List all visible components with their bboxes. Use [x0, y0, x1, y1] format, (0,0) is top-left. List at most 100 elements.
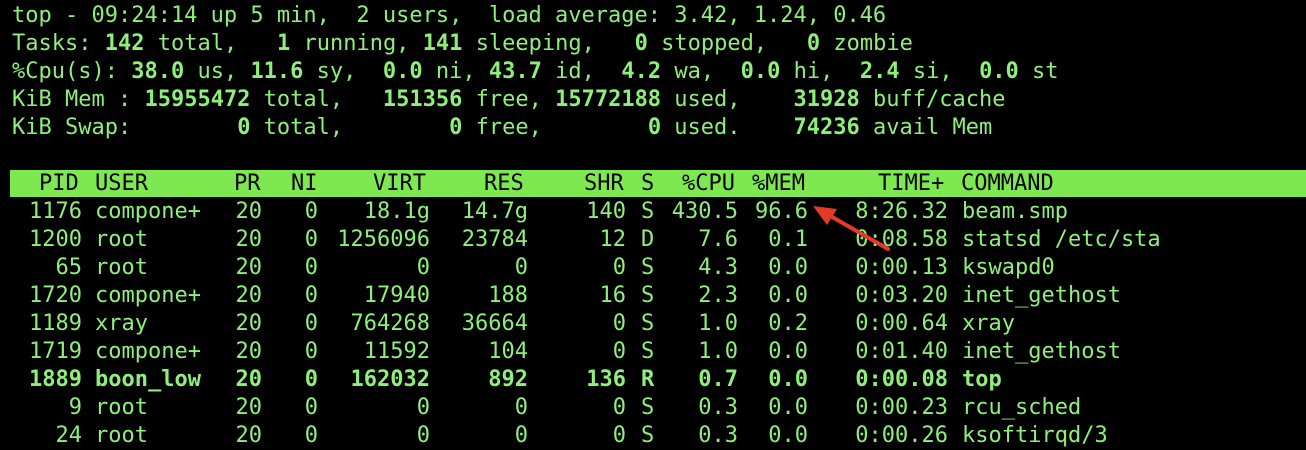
cell-pr: 20 [235, 423, 263, 448]
cell-state: S [641, 283, 655, 308]
cell-user: root [95, 395, 148, 420]
cell-user: xray [95, 311, 148, 336]
col-command: COMMAND [961, 171, 1054, 196]
swap-line: KiB Swap: 0 total, 0 free, 0 used. 74236… [12, 115, 993, 140]
cell-res: 104 [488, 339, 528, 364]
cell-shr: 12 [599, 227, 627, 252]
cell-pid: 65 [55, 255, 83, 280]
uptime-line: top - 09:24:14 up 5 min, 2 users, load a… [12, 3, 887, 28]
cell-ni: 0 [304, 339, 318, 364]
cell-user: compone+ [95, 283, 201, 308]
cell-pid: 24 [55, 423, 83, 448]
cell-time: 0:00.08 [855, 367, 948, 392]
cell-command: inet_gethost [962, 339, 1121, 364]
col-pr: PR [234, 171, 261, 196]
mem-line: KiB Mem : 15955472 total, 151356 free, 1… [12, 87, 1006, 112]
cell-cpu: 1.0 [698, 339, 738, 364]
col-virt: VIRT [373, 171, 426, 196]
cell-pid: 1889 [29, 367, 82, 392]
cell-time: 0:01.40 [855, 339, 948, 364]
cell-mem: 0.0 [768, 395, 808, 420]
cell-cpu: 7.6 [698, 227, 738, 252]
cell-virt: 1256096 [337, 227, 430, 252]
table-row: 24 root 20 0 0 0 0 S 0.3 0.0 0:00.26 ksoftirqd/3 [0, 422, 1306, 450]
table-row: 1720 compone+ 20 0 17940 188 16 S 2.3 0.0 0:03.20 i… [0, 282, 1306, 310]
cell-command: inet_gethost [962, 283, 1121, 308]
cell-user: compone+ [95, 339, 201, 364]
column-header-bar: PID USER PR NI VIRT RES SHR S %CPU %MEM … [10, 170, 1306, 197]
cell-pr: 20 [235, 395, 263, 420]
cell-virt: 0 [416, 423, 430, 448]
cell-command: statsd /etc/sta [962, 227, 1161, 252]
cell-ni: 0 [304, 283, 318, 308]
cell-pr: 20 [235, 339, 263, 364]
cell-pid: 1720 [29, 283, 82, 308]
col-mem: %MEM [752, 171, 805, 196]
table-row: 1176 compone+ 20 0 18.1g 14.7g 140 S 430.5 96.6 8:… [0, 198, 1306, 226]
cell-time: 0:00.23 [855, 395, 948, 420]
cell-shr: 0 [612, 339, 626, 364]
cell-mem: 0.0 [768, 367, 808, 392]
cell-time: 0:03.20 [855, 283, 948, 308]
cell-command: ksoftirqd/3 [962, 423, 1108, 448]
cell-ni: 0 [304, 227, 318, 252]
cell-shr: 0 [612, 255, 626, 280]
cell-virt: 17940 [363, 283, 430, 308]
table-row: 1189 xray 20 0 764268 36664 0 S 1.0 0.2 0:00.64 xra… [0, 310, 1306, 338]
table-row: 1200 root 20 0 1256096 23784 12 D 7.6 0.1 0:08.58 s… [0, 226, 1306, 254]
cell-ni: 0 [304, 199, 318, 224]
col-s: S [641, 171, 655, 196]
cell-virt: 764268 [350, 311, 430, 336]
cell-state: S [641, 395, 655, 420]
cell-mem: 96.6 [755, 199, 808, 224]
cell-pid: 1189 [29, 311, 82, 336]
cell-cpu: 0.3 [698, 423, 738, 448]
cell-user: root [95, 227, 148, 252]
cell-state: D [641, 227, 655, 252]
cell-cpu: 430.5 [671, 199, 738, 224]
cell-shr: 0 [612, 395, 626, 420]
cell-state: S [641, 423, 655, 448]
table-row: 9 root 20 0 0 0 0 S 0.3 0.0 0:00.23 rcu_sched [0, 394, 1306, 422]
cell-res: 188 [488, 283, 528, 308]
col-user: USER [95, 171, 148, 196]
cell-mem: 0.0 [768, 339, 808, 364]
cell-res: 14.7g [461, 199, 528, 224]
cell-state: S [641, 339, 655, 364]
cell-cpu: 0.7 [698, 367, 738, 392]
cell-ni: 0 [304, 395, 318, 420]
cell-shr: 0 [612, 423, 626, 448]
table-row: 65 root 20 0 0 0 0 S 4.3 0.0 0:00.13 kswapd0 [0, 254, 1306, 282]
cell-command: beam.smp [962, 199, 1068, 224]
cell-user: root [95, 423, 148, 448]
cell-cpu: 2.3 [698, 283, 738, 308]
cell-time: 0:00.26 [855, 423, 948, 448]
cell-res: 36664 [461, 311, 528, 336]
cell-time: 0:00.13 [855, 255, 948, 280]
table-row: 1889 boon_low 20 0 162032 892 136 R 0.7 0.0 0:00.0… [0, 366, 1306, 394]
cell-command: xray [962, 311, 1015, 336]
col-ni: NI [291, 171, 318, 196]
cell-time: 0:00.64 [855, 311, 948, 336]
cell-pid: 1719 [29, 339, 82, 364]
cell-ni: 0 [304, 255, 318, 280]
tasks-line: Tasks: 142 total, 1 running, 141 sleepin… [12, 31, 913, 56]
cell-ni: 0 [304, 423, 318, 448]
cell-command: top [962, 367, 1002, 392]
cell-command: rcu_sched [962, 395, 1082, 420]
red-arrow-icon [813, 206, 890, 251]
cell-command: kswapd0 [962, 255, 1055, 280]
cell-mem: 0.0 [768, 283, 808, 308]
cell-ni: 0 [304, 311, 318, 336]
cell-res: 0 [514, 255, 528, 280]
cell-pr: 20 [235, 283, 263, 308]
cpu-line: %Cpu(s): 38.0 us, 11.6 sy, 0.0 ni, 43.7 … [12, 59, 1059, 84]
cell-pr: 20 [235, 227, 263, 252]
cell-pr: 20 [235, 255, 263, 280]
cell-virt: 11592 [363, 339, 430, 364]
cell-mem: 0.1 [768, 227, 808, 252]
cell-user: boon_low [95, 367, 201, 392]
terminal-window[interactable]: top - 09:24:14 up 5 min, 2 users, load a… [0, 0, 1306, 448]
cell-mem: 0.0 [768, 255, 808, 280]
col-pid: PID [39, 171, 79, 196]
